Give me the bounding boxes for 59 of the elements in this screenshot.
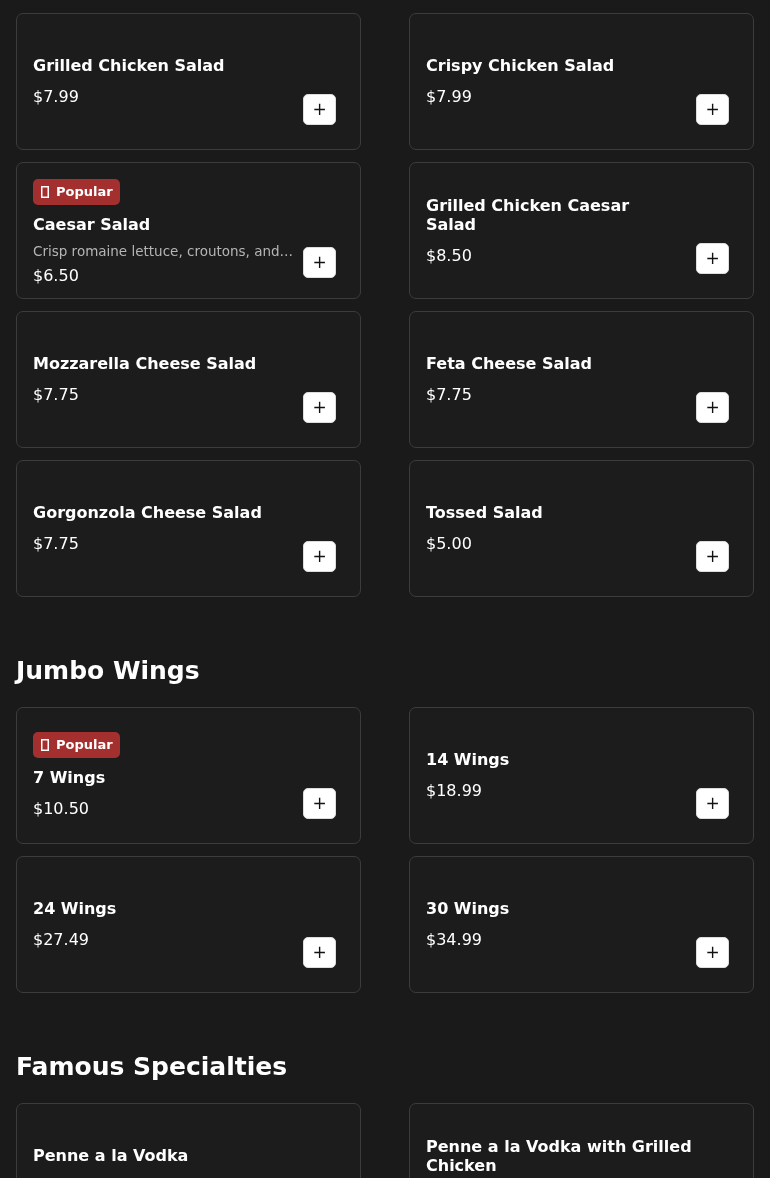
item-price: $7.99 xyxy=(426,87,473,107)
section-heading: Jumbo Wings xyxy=(16,655,201,687)
menu-item-card[interactable]: Tossed Salad $5.00 + xyxy=(409,460,754,597)
item-name: 30 Wings xyxy=(426,899,511,918)
item-price: $10.50 xyxy=(33,799,90,819)
item-price: $7.75 xyxy=(426,385,473,405)
item-price: $18.99 xyxy=(426,781,483,801)
item-description: Crisp romaine lettuce, croutons, and… xyxy=(33,242,291,260)
menu-item-card[interactable]: Gorgonzola Cheese Salad $7.75 + xyxy=(16,460,361,597)
add-button[interactable]: + xyxy=(696,541,729,572)
add-button[interactable]: + xyxy=(303,392,336,423)
badge-label: Popular xyxy=(56,184,113,200)
menu-item-card[interactable]: Mozzarella Cheese Salad $7.75 + xyxy=(16,311,361,448)
item-price: $7.99 xyxy=(33,87,80,107)
item-name: 7 Wings xyxy=(33,768,107,787)
item-price: $27.49 xyxy=(33,930,90,950)
item-name: Mozzarella Cheese Salad xyxy=(33,354,258,373)
item-name: Grilled Chicken Caesar Salad xyxy=(426,195,631,234)
add-button[interactable]: + xyxy=(303,247,336,278)
add-button[interactable]: + xyxy=(303,94,336,125)
add-button[interactable]: + xyxy=(696,243,729,274)
badge-label: Popular xyxy=(56,737,113,753)
add-button[interactable]: + xyxy=(696,94,729,125)
item-name: Penne a la Vodka with Grilled Chicken xyxy=(426,1136,693,1175)
item-price: $5.00 xyxy=(426,534,473,554)
menu-item-card[interactable]: Grilled Chicken Salad $7.99 + xyxy=(16,13,361,150)
item-price: $6.50 xyxy=(33,266,80,286)
item-price: $7.75 xyxy=(33,534,80,554)
menu-item-card[interactable]: Crispy Chicken Salad $7.99 + xyxy=(409,13,754,150)
add-button[interactable]: + xyxy=(303,788,336,819)
section-heading: Famous Specialties xyxy=(16,1051,289,1083)
item-name: Grilled Chicken Salad xyxy=(33,56,226,75)
item-price: $34.99 xyxy=(426,930,483,950)
add-button[interactable]: + xyxy=(303,541,336,572)
missing-glyph-icon xyxy=(41,739,49,751)
add-button[interactable]: + xyxy=(696,392,729,423)
menu-item-card[interactable]: Grilled Chicken Caesar Salad $8.50 + xyxy=(409,162,754,299)
item-name: 24 Wings xyxy=(33,899,118,918)
item-name: Penne a la Vodka xyxy=(33,1146,190,1165)
item-price: $7.75 xyxy=(33,385,80,405)
menu-item-card[interactable]: Popular 7 Wings $10.50 + xyxy=(16,707,361,844)
add-button[interactable]: + xyxy=(696,937,729,968)
menu-item-card[interactable]: 24 Wings $27.49 + xyxy=(16,856,361,993)
add-button[interactable]: + xyxy=(696,788,729,819)
add-button[interactable]: + xyxy=(303,937,336,968)
menu-item-card[interactable]: Penne a la Vodka with Grilled Chicken xyxy=(409,1103,754,1178)
menu-item-card[interactable]: Popular Caesar Salad Crisp romaine lettuce, croutons, and… $6.50 + xyxy=(16,162,361,299)
item-name: Gorgonzola Cheese Salad xyxy=(33,503,263,522)
item-name: 14 Wings xyxy=(426,750,511,769)
item-name: Caesar Salad xyxy=(33,215,152,234)
item-price: $8.50 xyxy=(426,245,473,266)
missing-glyph-icon xyxy=(41,186,49,198)
item-name: Crispy Chicken Salad xyxy=(426,56,616,75)
item-name: Tossed Salad xyxy=(426,503,544,522)
menu-item-card[interactable]: 14 Wings $18.99 + xyxy=(409,707,754,844)
item-name: Feta Cheese Salad xyxy=(426,354,593,373)
menu-item-card[interactable]: Feta Cheese Salad $7.75 + xyxy=(409,311,754,448)
menu-item-card[interactable]: Penne a la Vodka xyxy=(16,1103,361,1178)
menu-item-card[interactable]: 30 Wings $34.99 + xyxy=(409,856,754,993)
